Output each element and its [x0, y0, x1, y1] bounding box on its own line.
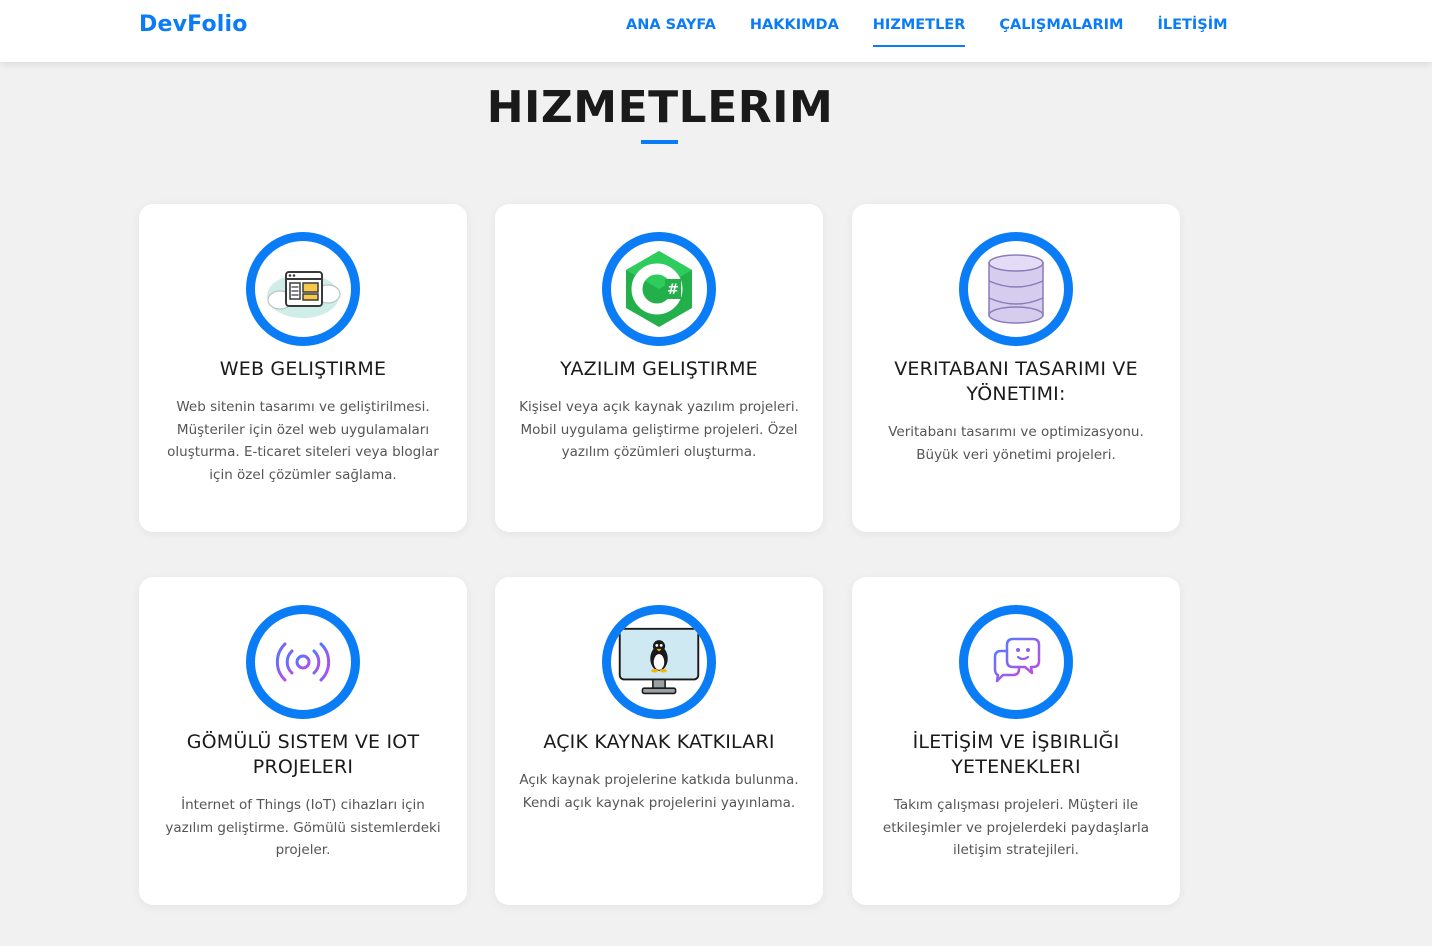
nav-link-calismalarim[interactable]: ÇALIŞMALARIM	[999, 17, 1123, 47]
service-card-open-source: AÇIK KAYNAK KATKILARI Açık kaynak projel…	[495, 577, 823, 905]
service-description: Web sitenin tasarımı ve geliştirilmesi. …	[167, 399, 439, 483]
database-icon	[959, 232, 1073, 346]
service-description: Kişisel veya açık kaynak yazılım projele…	[519, 399, 799, 460]
title-underline	[641, 140, 678, 144]
iot-signal-icon	[246, 605, 360, 719]
service-title: WEB GELIŞTIRME	[219, 358, 387, 380]
nav-link-hizmetler[interactable]: HIZMETLER	[872, 17, 965, 47]
csharp-icon: #	[602, 232, 716, 346]
service-description: Açık kaynak projelerine katkıda bulunma.…	[519, 772, 799, 811]
service-card-software: # YAZILIM GELIŞTIRME Kişisel veya açık k…	[495, 204, 823, 532]
service-description: Takım çalışması projeleri. Müşteri ile e…	[882, 797, 1150, 858]
service-card-communication: İLETİŞİM VE İŞBIRLIĞI YETENEKLERI Takım …	[852, 577, 1180, 905]
chat-bubbles-icon	[959, 605, 1073, 719]
linux-monitor-icon	[602, 605, 716, 719]
web-browser-icon	[246, 232, 360, 346]
service-card-iot: GÖMÜLÜ SISTEM VE IOT PROJELERI İnternet …	[139, 577, 467, 905]
service-title: AÇIK KAYNAK KATKILARI	[543, 731, 775, 753]
service-title: İLETİŞİM VE İŞBIRLIĞI YETENEKLERI	[912, 731, 1120, 778]
service-card-web: WEB GELIŞTIRME Web sitenin tasarımı ve g…	[139, 204, 467, 532]
nav-link-hakkimda[interactable]: HAKKIMDA	[750, 17, 839, 47]
service-title: VERITABANI TASARIMI VE YÖNETIMI:	[894, 358, 1138, 405]
navbar: DevFolio ANA SAYFA HAKKIMDA HIZMETLER ÇA…	[0, 0, 1432, 62]
svg-text:#: #	[667, 282, 679, 298]
service-card-database: VERITABANI TASARIMI VE YÖNETIMI: Veritab…	[852, 204, 1180, 532]
brand-logo[interactable]: DevFolio	[139, 12, 248, 37]
service-description: İnternet of Things (IoT) cihazları için …	[165, 797, 441, 858]
nav-link-iletisim[interactable]: İLETİŞİM	[1157, 17, 1227, 47]
service-title: GÖMÜLÜ SISTEM VE IOT PROJELERI	[186, 731, 420, 778]
service-title: YAZILIM GELIŞTIRME	[560, 358, 758, 380]
nav-link-ana-sayfa[interactable]: ANA SAYFA	[626, 17, 716, 47]
nav-menu: ANA SAYFA HAKKIMDA HIZMETLER ÇALIŞMALARI…	[626, 17, 1262, 47]
section-title: HIZMETLERIM	[486, 82, 834, 133]
service-description: Veritabanı tasarımı ve optimizasyonu. Bü…	[888, 424, 1144, 463]
